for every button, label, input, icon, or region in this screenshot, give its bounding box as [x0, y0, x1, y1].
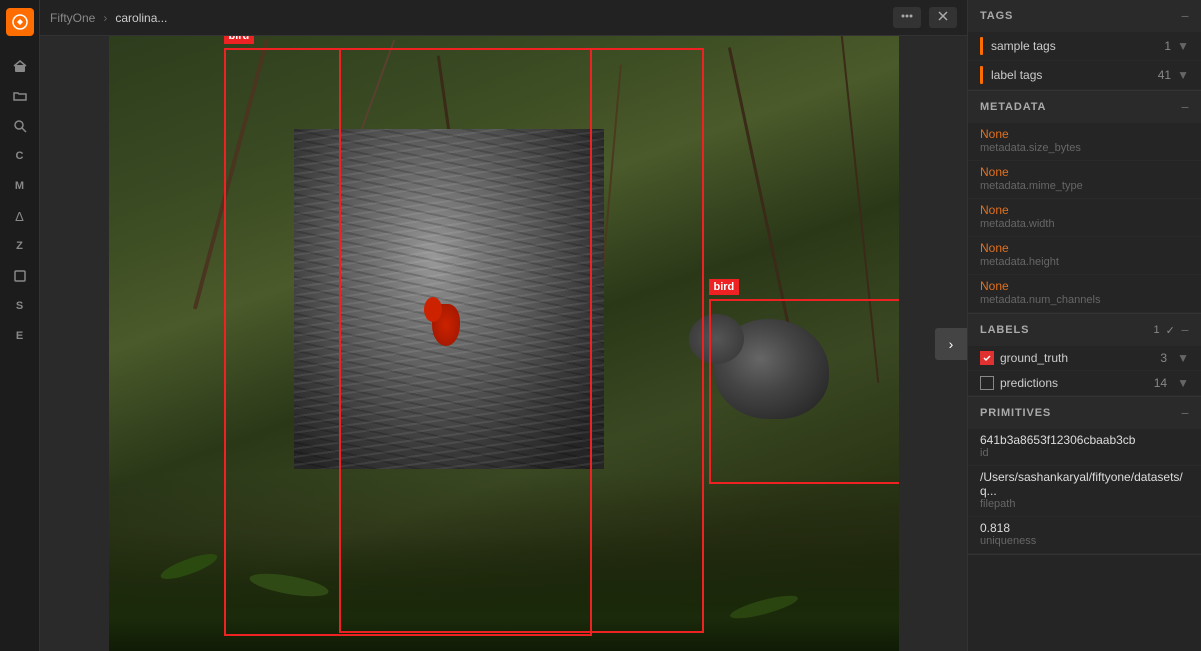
meta-row-4: None metadata.num_channels: [968, 275, 1201, 313]
label-expand-ground-truth[interactable]: ▼: [1177, 351, 1189, 365]
sidebar-icon-e[interactable]: E: [6, 322, 34, 350]
metadata-title: METADATA: [980, 101, 1046, 113]
label-checkbox-predictions[interactable]: [980, 376, 994, 390]
label-expand-predictions[interactable]: ▼: [1177, 376, 1189, 390]
labels-section: LABELS 1 ✓ − ground_truth 3 ▼ prediction…: [968, 314, 1201, 397]
primitive-row-filepath: /Users/sashankaryal/fiftyone/datasets/q.…: [968, 466, 1201, 517]
tags-header: TAGS −: [968, 0, 1201, 32]
sidebar-icon-z[interactable]: Z: [6, 232, 34, 260]
label-count-predictions: 14: [1154, 376, 1167, 390]
meta-key-3: metadata.height: [980, 256, 1189, 268]
primitive-row-id: 641b3a8653f12306cbaab3cb id: [968, 429, 1201, 466]
sidebar-icon-delta[interactable]: Δ: [6, 202, 34, 230]
primitives-section: PRIMITIVES − 641b3a8653f12306cbaab3cb id…: [968, 397, 1201, 555]
meta-value-1: None: [980, 165, 1189, 179]
tag-row-sample: sample tags 1 ▼: [968, 32, 1201, 61]
top-bar-right: [893, 7, 957, 28]
sidebar-icon-square[interactable]: [6, 262, 34, 290]
primitive-value-id: 641b3a8653f12306cbaab3cb: [980, 433, 1189, 447]
bird-image: bird bird: [109, 36, 899, 651]
meta-key-4: metadata.num_channels: [980, 294, 1189, 306]
top-bar-separator: ›: [103, 11, 107, 25]
metadata-collapse-btn[interactable]: −: [1181, 99, 1189, 115]
bird2-head: [689, 314, 744, 364]
tag-row-label: label tags 41 ▼: [968, 61, 1201, 90]
tag-count-label: 41: [1158, 68, 1171, 82]
top-bar-btn-2[interactable]: [929, 7, 957, 28]
viewer-area: bird bird ›: [40, 36, 967, 651]
meta-row-1: None metadata.mime_type: [968, 161, 1201, 199]
label-checkbox-ground-truth[interactable]: [980, 351, 994, 365]
labels-title: LABELS: [980, 324, 1029, 336]
meta-value-4: None: [980, 279, 1189, 293]
image-container: bird bird ›: [40, 36, 967, 651]
primitive-value-uniqueness: 0.818: [980, 521, 1189, 535]
sidebar-icon-c[interactable]: C: [6, 142, 34, 170]
labels-header: LABELS 1 ✓ −: [968, 314, 1201, 346]
tag-name-label: label tags: [991, 68, 1158, 82]
sidebar-icon-search[interactable]: [6, 112, 34, 140]
label-row-predictions[interactable]: predictions 14 ▼: [968, 371, 1201, 396]
next-image-button[interactable]: ›: [935, 328, 967, 360]
tag-color-bar-label: [980, 66, 983, 84]
sidebar-icon-home[interactable]: [6, 52, 34, 80]
tags-collapse-btn[interactable]: −: [1181, 8, 1189, 24]
primitive-value-filepath: /Users/sashankaryal/fiftyone/datasets/q.…: [980, 470, 1189, 498]
meta-row-0: None metadata.size_bytes: [968, 123, 1201, 161]
tag-count-sample: 1: [1164, 39, 1171, 53]
nav-icons: C M Δ Z S E: [6, 52, 34, 350]
labels-remove-btn[interactable]: −: [1181, 322, 1189, 338]
tags-title: TAGS: [980, 10, 1013, 22]
primitives-collapse-btn[interactable]: −: [1181, 405, 1189, 421]
top-bar-btn-1[interactable]: [893, 7, 921, 28]
metadata-section: METADATA − None metadata.size_bytes None…: [968, 91, 1201, 314]
fg-foliage: [109, 534, 899, 651]
meta-value-2: None: [980, 203, 1189, 217]
top-bar: FiftyOne › carolina...: [40, 0, 967, 36]
primitive-row-uniqueness: 0.818 uniqueness: [968, 517, 1201, 554]
chicken-comb: [424, 297, 442, 322]
metadata-header: METADATA −: [968, 91, 1201, 123]
meta-key-2: metadata.width: [980, 218, 1189, 230]
labels-controls: 1 ✓ −: [1153, 322, 1189, 338]
tag-name-sample: sample tags: [991, 39, 1164, 53]
meta-row-3: None metadata.height: [968, 237, 1201, 275]
main-content: FiftyOne › carolina...: [40, 0, 967, 651]
label-name-predictions: predictions: [1000, 376, 1148, 390]
left-sidebar: C M Δ Z S E: [0, 0, 40, 651]
check-icon: ✓: [1166, 324, 1175, 337]
meta-row-2: None metadata.width: [968, 199, 1201, 237]
tag-color-bar-sample: [980, 37, 983, 55]
sidebar-icon-m[interactable]: M: [6, 172, 34, 200]
label-row-ground-truth[interactable]: ground_truth 3 ▼: [968, 346, 1201, 371]
sidebar-icon-folder[interactable]: [6, 82, 34, 110]
chicken-pattern-2: [294, 129, 604, 469]
top-bar-subtitle: carolina...: [115, 11, 167, 25]
labels-count: 1: [1153, 324, 1159, 336]
right-panel: TAGS − sample tags 1 ▼ label tags 41 ▼ M…: [967, 0, 1201, 651]
meta-key-1: metadata.mime_type: [980, 180, 1189, 192]
tag-dropdown-sample[interactable]: ▼: [1177, 39, 1189, 53]
app-name: FiftyOne: [50, 11, 95, 25]
sidebar-icon-s[interactable]: S: [6, 292, 34, 320]
primitives-title: PRIMITIVES: [980, 407, 1051, 419]
primitive-key-uniqueness: uniqueness: [980, 535, 1189, 547]
meta-key-0: metadata.size_bytes: [980, 142, 1189, 154]
primitive-key-filepath: filepath: [980, 498, 1189, 510]
meta-value-3: None: [980, 241, 1189, 255]
tags-section: TAGS − sample tags 1 ▼ label tags 41 ▼: [968, 0, 1201, 91]
label-count-ground-truth: 3: [1160, 351, 1167, 365]
meta-value-0: None: [980, 127, 1189, 141]
label-name-ground-truth: ground_truth: [1000, 351, 1154, 365]
primitives-header: PRIMITIVES −: [968, 397, 1201, 429]
app-logo: [6, 8, 34, 36]
chicken-main: [294, 129, 604, 469]
primitive-key-id: id: [980, 447, 1189, 459]
tag-dropdown-label[interactable]: ▼: [1177, 68, 1189, 82]
